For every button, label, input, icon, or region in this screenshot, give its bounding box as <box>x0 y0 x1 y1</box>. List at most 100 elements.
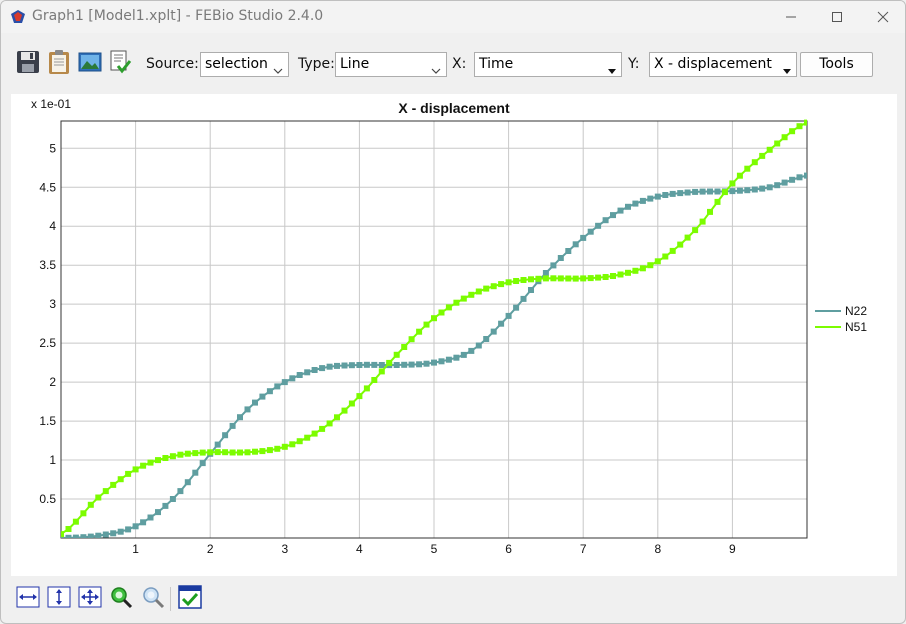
data-point-N22 <box>692 188 699 195</box>
data-point-N51 <box>625 269 631 276</box>
title-bar[interactable]: Graph1 [Model1.xplt] - FEBio Studio 2.4.… <box>1 1 905 33</box>
chevron-down-icon <box>431 62 441 76</box>
zoom-width-button[interactable] <box>15 586 41 612</box>
data-point-N22 <box>572 241 579 248</box>
data-point-N22 <box>736 187 743 194</box>
data-point-N51 <box>513 278 520 284</box>
window-title: Graph1 [Model1.xplt] - FEBio Studio 2.4.… <box>32 8 324 24</box>
data-point-N22 <box>184 479 191 486</box>
data-point-N51 <box>721 189 728 196</box>
maximize-icon <box>831 11 843 23</box>
data-point-N22 <box>259 393 266 400</box>
data-point-N51 <box>565 275 572 282</box>
maximize-button[interactable] <box>814 1 860 33</box>
x-axis-select[interactable]: Time <box>474 52 622 77</box>
zoom-fit-button[interactable] <box>77 586 103 612</box>
app-window: Graph1 [Model1.xplt] - FEBio Studio 2.4.… <box>0 0 906 624</box>
data-point-N22 <box>237 414 243 421</box>
data-point-N51 <box>371 377 378 383</box>
data-point-N51 <box>61 531 64 538</box>
data-point-N51 <box>729 180 736 187</box>
data-point-N22 <box>431 359 437 366</box>
graph-toolbar: Source: selection Type: Line X: Time Y: … <box>1 45 905 85</box>
type-select[interactable]: Line <box>335 52 447 77</box>
data-point-N51 <box>684 234 691 241</box>
data-point-N22 <box>296 372 303 378</box>
data-point-N51 <box>774 140 781 147</box>
source-select[interactable]: selection <box>200 52 289 77</box>
data-point-N22 <box>222 432 229 439</box>
data-point-N22 <box>774 182 781 189</box>
data-point-N22 <box>334 362 340 369</box>
line-chart[interactable]: 1 2 3 4 5 6 7 8 9 0.5 1 1.5 2 2.5 3 3.5 4 4.5 5 X - displac… <box>11 94 897 576</box>
data-point-N51 <box>252 448 258 455</box>
y-tick-label: 0.5 <box>39 492 56 506</box>
x-tick-label: 7 <box>580 542 587 556</box>
data-point-N22 <box>781 179 788 186</box>
data-point-N51 <box>632 267 639 274</box>
data-point-N51 <box>192 450 199 457</box>
data-point-N22 <box>729 188 736 195</box>
data-point-N51 <box>587 275 594 282</box>
data-point-N51 <box>341 407 348 414</box>
data-point-N51 <box>229 449 236 456</box>
y-tick-label: 2 <box>49 375 56 389</box>
data-point-N22 <box>639 197 646 204</box>
data-point-N22 <box>229 422 236 429</box>
data-point-N22 <box>744 187 751 194</box>
data-point-N22 <box>759 185 766 192</box>
tools-button[interactable]: Tools <box>800 52 873 77</box>
data-point-N22 <box>125 526 132 533</box>
data-point-N51 <box>557 275 564 282</box>
data-point-N51 <box>550 275 557 282</box>
plot-area[interactable]: 1 2 3 4 5 6 7 8 9 0.5 1 1.5 2 2.5 3 3.5 4 4.5 5 X - displac… <box>11 94 897 576</box>
data-point-N22 <box>662 192 669 198</box>
data-point-N22 <box>199 460 206 467</box>
type-select-value: Line <box>340 56 370 72</box>
data-point-N51 <box>207 449 214 456</box>
data-point-N22 <box>117 528 124 535</box>
data-point-N22 <box>65 534 72 538</box>
data-point-N51 <box>580 275 587 282</box>
data-point-N22 <box>102 531 109 538</box>
zoom-region-button[interactable] <box>108 586 134 612</box>
clipboard-icon <box>47 49 71 79</box>
export-data-button[interactable] <box>107 50 133 78</box>
data-point-N51 <box>460 295 467 302</box>
source-label: Source: <box>146 56 199 72</box>
toggle-checkbox-button[interactable] <box>177 585 203 612</box>
data-point-N51 <box>744 165 751 172</box>
data-point-N22 <box>132 523 139 530</box>
data-point-N22 <box>304 369 311 376</box>
dropdown-arrow-icon <box>608 62 616 76</box>
save-icon <box>16 50 40 78</box>
y-axis-select[interactable]: X - displacement <box>649 52 797 77</box>
data-point-N22 <box>408 361 415 368</box>
data-point-N22 <box>281 379 288 386</box>
zoom-height-button[interactable] <box>46 586 72 612</box>
close-button[interactable] <box>860 1 905 33</box>
image-icon <box>78 52 102 76</box>
data-point-N22 <box>766 184 773 191</box>
data-point-N51 <box>356 393 363 400</box>
data-point-N51 <box>468 291 475 298</box>
data-point-N51 <box>65 526 72 532</box>
zoom-search-button[interactable] <box>140 586 166 612</box>
data-point-N51 <box>326 420 333 427</box>
data-point-N51 <box>222 449 229 456</box>
data-point-N51 <box>319 425 326 432</box>
data-point-N22 <box>617 207 624 214</box>
data-point-N51 <box>423 321 430 328</box>
data-point-N51 <box>639 265 646 272</box>
data-point-N51 <box>184 450 191 457</box>
save-button[interactable] <box>15 50 41 78</box>
legend-label-N22: N22 <box>845 304 867 318</box>
data-point-N22 <box>177 488 184 495</box>
copy-to-clipboard-button[interactable] <box>46 50 72 78</box>
data-point-N51 <box>714 198 721 205</box>
save-image-button[interactable] <box>77 50 103 78</box>
minimize-icon <box>785 11 797 23</box>
minimize-button[interactable] <box>768 1 814 33</box>
data-point-N22 <box>356 362 363 368</box>
zoom-search-icon <box>141 585 165 613</box>
